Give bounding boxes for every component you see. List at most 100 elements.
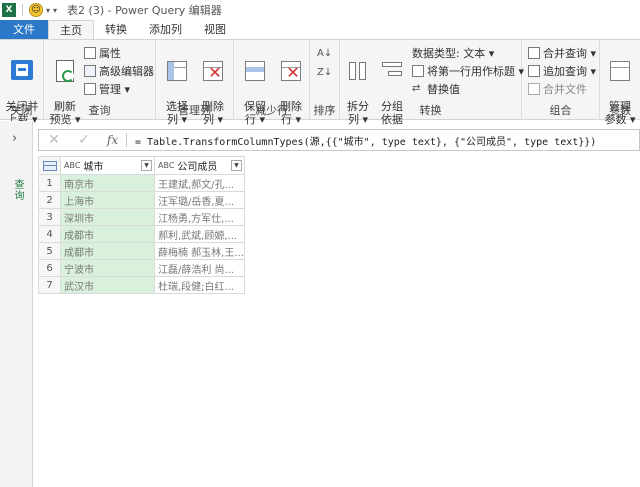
merge-queries-button[interactable]: 合并查询 ▾ [528, 44, 596, 61]
replace-values-button[interactable]: ⇄ 替换值 [412, 80, 460, 97]
advanced-editor-label: 高级编辑器 [99, 64, 154, 78]
row-number[interactable]: 2 [38, 191, 61, 209]
table-row: 7 武汉市 杜瑞,段健;白红... [38, 276, 245, 294]
table-menu-button[interactable] [38, 156, 61, 175]
properties-icon [84, 46, 96, 59]
ribbon: 关闭并 上载 ▾ 关闭 刷新 预览 ▾ 属性 高级编辑器 管理 ▾ 查询 选择 … [0, 39, 640, 126]
city-cell[interactable]: 武汉市 [60, 276, 155, 294]
formula-bar: ✕ ✓ fx = Table.TransformColumnTypes(源,{{… [38, 129, 640, 151]
close-load-icon [9, 58, 35, 84]
data-grid: ABC 城市 ▼ ABC 公司成员 ▼ 1 南京市 王建斌,郝文/孔... 2 … [38, 156, 245, 294]
smiley-icon[interactable]: ☺ [29, 3, 43, 17]
members-cell[interactable]: 江杨勇,方军仕,... [154, 208, 245, 226]
sort-group: A↓ Z↓ 排序 [310, 40, 340, 120]
city-cell[interactable]: 宁波市 [60, 259, 155, 277]
reduce-rows-group: 保留 行 ▾ ✕ 删除 行 ▾ 减少行 [234, 40, 310, 126]
manage-button[interactable]: 管理 ▾ [84, 80, 130, 97]
combine-files-icon [528, 82, 540, 95]
fx-icon[interactable]: fx [99, 133, 127, 147]
filter-dropdown-icon[interactable]: ▼ [141, 160, 152, 171]
choose-columns-icon [164, 58, 190, 84]
members-cell[interactable]: 杜瑞,段健;白红... [154, 276, 245, 294]
reduce-rows-group-label: 减少行 [255, 104, 288, 117]
text-type-icon[interactable]: ABC [64, 161, 80, 170]
column-header-city[interactable]: ABC 城市 ▼ [60, 156, 155, 175]
queries-pane[interactable]: › 查询 [0, 121, 33, 487]
column-header-members[interactable]: ABC 公司成员 ▼ [154, 156, 245, 175]
members-cell[interactable]: 薛梅楠 郝玉林,王... [154, 242, 245, 260]
advanced-editor-button[interactable]: 高级编辑器 [84, 62, 154, 79]
keep-rows-icon [242, 58, 268, 84]
refresh-icon [52, 58, 78, 84]
advanced-editor-icon [84, 64, 96, 77]
members-cell[interactable]: 王建斌,郝文/孔... [154, 174, 245, 192]
transform-group: 拆分 列 ▾ 分组 依据 数据类型: 文本 ▾ 将第一行用作标题 ▾ ⇄ 替换值… [340, 40, 524, 126]
members-cell[interactable]: 郝利,武斌,顾嫄,... [154, 225, 245, 243]
confirm-icon[interactable]: ✓ [69, 132, 99, 148]
row-number[interactable]: 6 [38, 259, 61, 277]
query-group-label: 查询 [88, 104, 111, 117]
row-number[interactable]: 4 [38, 225, 61, 243]
row-number[interactable]: 1 [38, 174, 61, 192]
tab-home[interactable]: 主页 [48, 20, 94, 39]
title-bar: X ☺ ▾ ▾ 表2 (3) - Power Query 编辑器 [0, 0, 640, 20]
tab-view[interactable]: 视图 [193, 20, 237, 39]
city-cell[interactable]: 深圳市 [60, 208, 155, 226]
city-cell[interactable]: 成都市 [60, 225, 155, 243]
tab-add-column[interactable]: 添加列 [138, 20, 193, 39]
row-number[interactable]: 5 [38, 242, 61, 260]
append-icon [528, 64, 540, 77]
table-row: 1 南京市 王建斌,郝文/孔... [38, 174, 245, 192]
tab-transform[interactable]: 转换 [94, 20, 138, 39]
table-row: 2 上海市 汪军璐/岳香,夏... [38, 191, 245, 209]
sort-descending-icon[interactable]: Z↓ [317, 64, 332, 81]
close-group-label: 关闭 [10, 104, 33, 117]
text-type-icon[interactable]: ABC [158, 161, 174, 170]
manage-icon [84, 82, 96, 95]
append-queries-label: 追加查询 ▾ [543, 64, 597, 78]
qat-dropdown-icon[interactable]: ▾ [46, 6, 50, 15]
params-group-label: 参数 [609, 104, 631, 117]
city-cell[interactable]: 成都市 [60, 242, 155, 260]
manage-columns-group: 选择 列 ▾ ✕ 删除 列 ▾ 管理列 [156, 40, 234, 126]
replace-values-label: 替换值 [427, 82, 460, 96]
expand-chevron-icon[interactable]: › [12, 131, 17, 146]
first-row-header-button[interactable]: 将第一行用作标题 ▾ [412, 62, 524, 79]
members-cell[interactable]: 汪军璐/岳香,夏... [154, 191, 245, 209]
close-group: 关闭并 上载 ▾ 关闭 [0, 40, 44, 126]
first-row-header-label: 将第一行用作标题 ▾ [427, 64, 525, 78]
tab-file[interactable]: 文件 [0, 20, 48, 39]
formula-input[interactable]: = Table.TransformColumnTypes(源,{{"城市", t… [127, 133, 596, 148]
filter-dropdown-icon[interactable]: ▼ [230, 160, 242, 171]
data-type-label: 数据类型: 文本 ▾ [412, 46, 495, 60]
params-group: 管理 参数 ▾ 参数 [600, 40, 640, 126]
combine-files-button[interactable]: 合并文件 [528, 80, 587, 97]
sort-ascending-icon[interactable]: A↓ [317, 45, 332, 62]
properties-button[interactable]: 属性 [84, 44, 121, 61]
row-number[interactable]: 3 [38, 208, 61, 226]
combine-files-label: 合并文件 [543, 82, 587, 96]
combine-group-label: 组合 [549, 104, 572, 117]
split-column-icon [345, 58, 371, 84]
replace-icon: ⇄ [412, 82, 421, 94]
manage-label: 管理 ▾ [99, 82, 131, 96]
queries-pane-label: 查询 [12, 179, 23, 201]
members-cell[interactable]: 江磊/薛浩利 尚... [154, 259, 245, 277]
table-row: 6 宁波市 江磊/薛浩利 尚... [38, 259, 245, 277]
manage-columns-group-label: 管理列 [178, 104, 211, 117]
sort-group-label: 排序 [313, 104, 336, 117]
qat-customize-icon[interactable]: ▾ [53, 6, 57, 15]
data-type-button[interactable]: 数据类型: 文本 ▾ [412, 44, 494, 61]
row-number[interactable]: 7 [38, 276, 61, 294]
cancel-icon[interactable]: ✕ [39, 132, 69, 148]
table-header-icon [412, 64, 424, 77]
excel-icon[interactable]: X [2, 3, 16, 17]
group-by-icon [379, 58, 405, 84]
city-cell[interactable]: 南京市 [60, 174, 155, 192]
merge-icon [528, 46, 540, 59]
combine-group: 合并查询 ▾ 追加查询 ▾ 合并文件 组合 [522, 40, 600, 120]
table-icon [42, 160, 57, 171]
table-row: 3 深圳市 江杨勇,方军仕,... [38, 208, 245, 226]
append-queries-button[interactable]: 追加查询 ▾ [528, 62, 596, 79]
city-cell[interactable]: 上海市 [60, 191, 155, 209]
